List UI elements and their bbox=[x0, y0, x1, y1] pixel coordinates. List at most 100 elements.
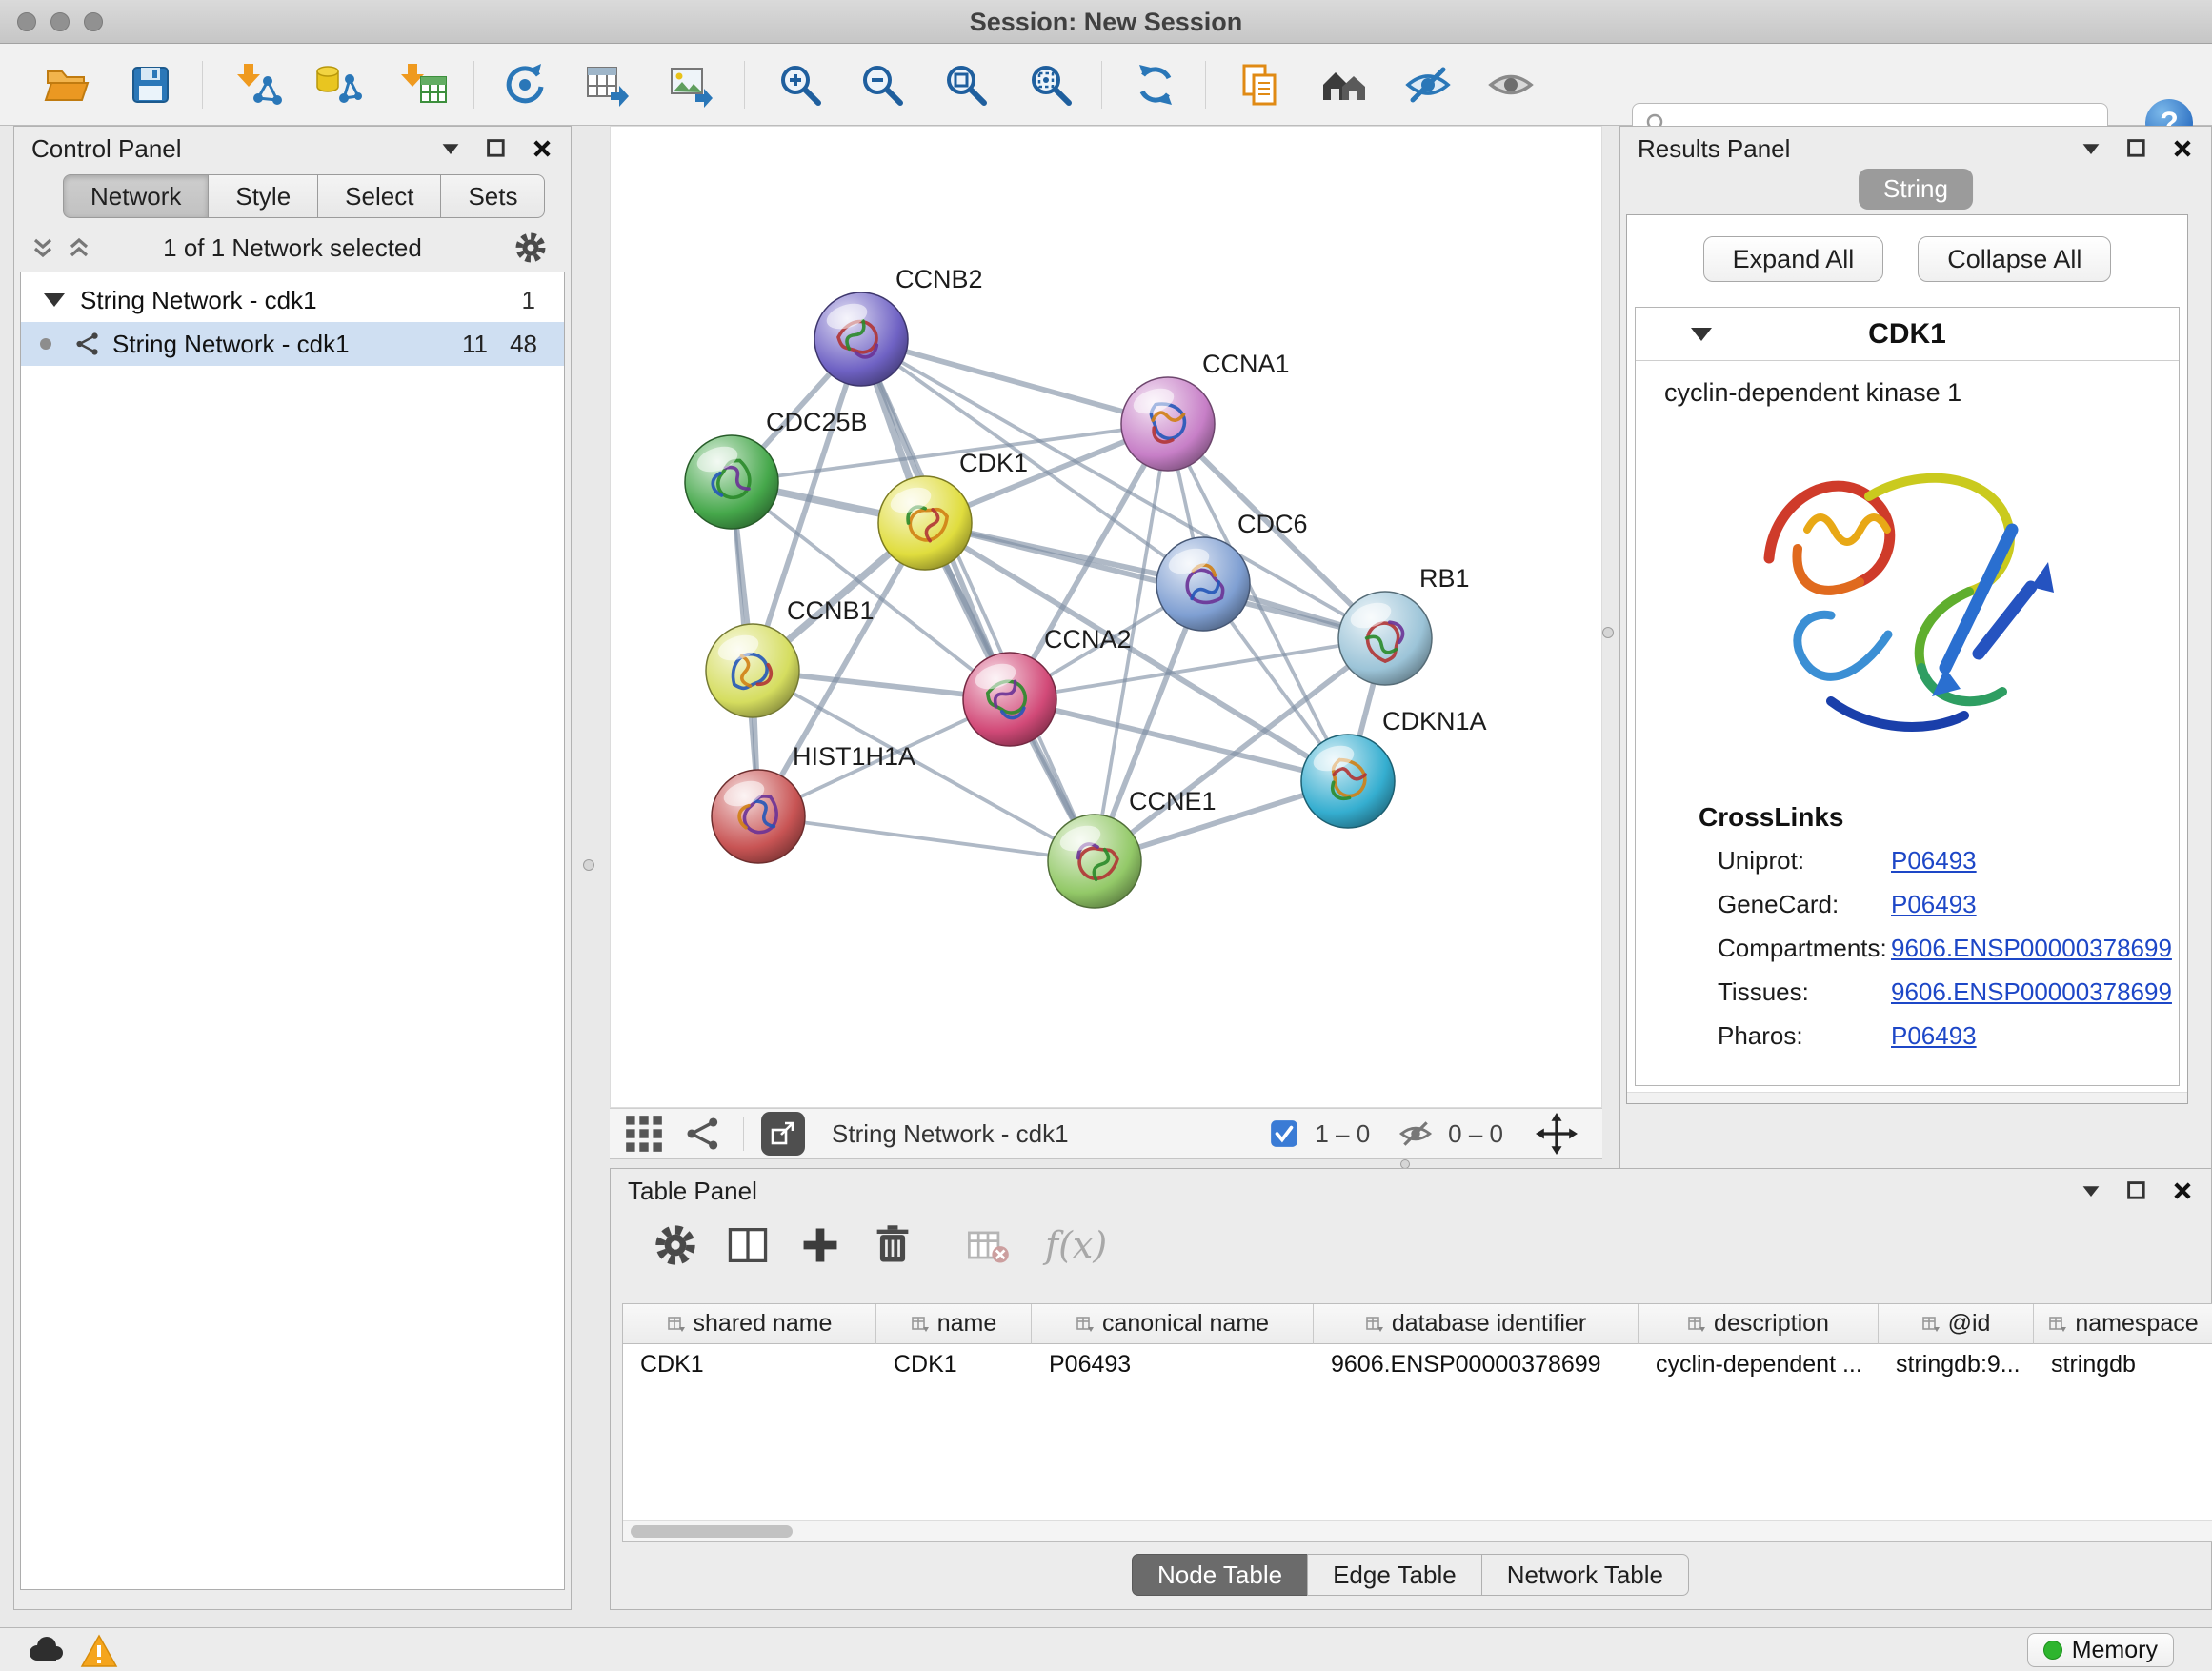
panel-close-icon[interactable] bbox=[2171, 137, 2194, 160]
tab-string[interactable]: String bbox=[1859, 169, 1973, 210]
network-node-CCNE1[interactable] bbox=[1048, 815, 1141, 908]
network-canvas[interactable]: CCNB2CCNA1CDC25BCDK1CDC6RB1CCNB1CCNA2CDK… bbox=[610, 126, 1602, 1108]
tab-style[interactable]: Style bbox=[208, 174, 318, 218]
minimize-button[interactable] bbox=[50, 12, 70, 31]
crosslink-value[interactable]: 9606.ENSP00000378699 bbox=[1891, 934, 2172, 963]
documentation-button[interactable] bbox=[1235, 60, 1284, 110]
table-settings-gear-icon[interactable] bbox=[653, 1222, 698, 1268]
column-sort-icon bbox=[1687, 1315, 1706, 1334]
zoom-selected-button[interactable] bbox=[1026, 60, 1076, 110]
node-table: shared name name canonical namedatabase id… bbox=[622, 1303, 2212, 1542]
network-node-CCNA2[interactable] bbox=[963, 653, 1056, 746]
export-network-button[interactable] bbox=[761, 1112, 805, 1156]
scrollbar-thumb[interactable] bbox=[631, 1525, 793, 1538]
crosslink-value[interactable]: 9606.ENSP00000378699 bbox=[1891, 977, 2172, 1007]
column-header-database-identifier[interactable]: database identifier bbox=[1314, 1304, 1639, 1344]
network-node-CDC25B[interactable] bbox=[685, 435, 778, 529]
zoom-fit-button[interactable] bbox=[941, 60, 991, 110]
table-row[interactable]: CDK1CDK1P064939606.ENSP00000378699cyclin… bbox=[623, 1344, 2212, 1384]
show-details-button[interactable] bbox=[1486, 60, 1536, 110]
delete-row-trash-icon[interactable] bbox=[870, 1222, 915, 1268]
crosslink-value[interactable]: P06493 bbox=[1891, 1021, 1977, 1051]
column-header--id[interactable]: @id bbox=[1879, 1304, 2034, 1344]
tab-network[interactable]: Network bbox=[63, 174, 209, 218]
table-cell[interactable]: stringdb bbox=[2034, 1344, 2212, 1384]
hidden-eye-icon[interactable] bbox=[1398, 1117, 1433, 1151]
panel-maximize-icon[interactable] bbox=[2125, 137, 2148, 160]
network-collection-row[interactable]: String Network - cdk1 1 bbox=[21, 278, 564, 322]
zoom-out-button[interactable] bbox=[857, 60, 907, 110]
network-node-RB1[interactable] bbox=[1338, 592, 1432, 685]
panel-maximize-icon[interactable] bbox=[2125, 1179, 2148, 1202]
table-cell[interactable]: cyclin-dependent ... bbox=[1639, 1344, 1879, 1384]
column-header-canonical-name[interactable]: canonical name bbox=[1032, 1304, 1314, 1344]
expand-all-button[interactable]: Expand All bbox=[1703, 236, 1884, 282]
splitter-handle[interactable] bbox=[1602, 627, 1614, 638]
tab-node-table[interactable]: Node Table bbox=[1132, 1554, 1308, 1596]
table-cell[interactable]: CDK1 bbox=[876, 1344, 1032, 1384]
column-header-description[interactable]: description bbox=[1639, 1304, 1879, 1344]
gene-disclosure-icon[interactable] bbox=[1691, 328, 1712, 341]
save-session-button[interactable] bbox=[126, 60, 175, 110]
table-cell[interactable]: CDK1 bbox=[623, 1344, 876, 1384]
splitter-handle[interactable] bbox=[583, 859, 594, 871]
panel-float-icon[interactable] bbox=[439, 137, 462, 160]
grid-view-icon[interactable] bbox=[625, 1115, 663, 1153]
column-header-label: name bbox=[937, 1310, 997, 1338]
table-horizontal-scrollbar[interactable] bbox=[623, 1520, 2212, 1541]
home-button[interactable] bbox=[1319, 60, 1369, 110]
collection-disclosure-icon[interactable] bbox=[44, 293, 65, 307]
warning-icon[interactable] bbox=[80, 1632, 118, 1668]
traffic-lights bbox=[17, 12, 103, 31]
network-node-CDKN1A[interactable] bbox=[1301, 735, 1395, 828]
open-session-button[interactable] bbox=[42, 60, 91, 110]
import-table-file-button[interactable] bbox=[400, 60, 450, 110]
gene-section-header[interactable]: CDK1 bbox=[1636, 308, 2179, 361]
collapse-all-button[interactable]: Collapse All bbox=[1918, 236, 2111, 282]
network-node-CCNB2[interactable] bbox=[814, 292, 908, 386]
network-row[interactable]: String Network - cdk1 11 48 bbox=[21, 322, 564, 366]
close-button[interactable] bbox=[17, 12, 36, 31]
memory-button[interactable]: Memory bbox=[2027, 1633, 2174, 1667]
hide-annotations-button[interactable] bbox=[1403, 60, 1453, 110]
zoom-button[interactable] bbox=[84, 12, 103, 31]
crosslink-value[interactable]: P06493 bbox=[1891, 890, 1977, 919]
import-network-file-button[interactable] bbox=[233, 60, 283, 110]
tab-sets[interactable]: Sets bbox=[440, 174, 545, 218]
panel-maximize-icon[interactable] bbox=[485, 137, 508, 160]
panel-float-icon[interactable] bbox=[2080, 1179, 2102, 1202]
new-network-button[interactable] bbox=[500, 60, 550, 110]
panel-float-icon[interactable] bbox=[2080, 137, 2102, 160]
column-header-name[interactable]: name bbox=[876, 1304, 1032, 1344]
table-cell[interactable]: 9606.ENSP00000378699 bbox=[1314, 1344, 1639, 1384]
table-cell[interactable]: stringdb:9... bbox=[1879, 1344, 2034, 1384]
crosslink-label: Tissues: bbox=[1718, 977, 1891, 1007]
fit-selected-crosshair-icon[interactable] bbox=[1536, 1113, 1578, 1155]
tab-edge-table[interactable]: Edge Table bbox=[1307, 1554, 1482, 1596]
apply-layout-button[interactable] bbox=[1131, 60, 1180, 110]
show-columns-icon[interactable] bbox=[725, 1222, 771, 1268]
tab-network-table[interactable]: Network Table bbox=[1481, 1554, 1689, 1596]
column-header-namespace[interactable]: namespace bbox=[2034, 1304, 2212, 1344]
network-node-CDC6[interactable] bbox=[1156, 537, 1250, 631]
network-node-CCNA1[interactable] bbox=[1121, 377, 1215, 471]
panel-close-icon[interactable] bbox=[2171, 1179, 2194, 1202]
export-table-button[interactable] bbox=[582, 60, 632, 110]
table-cell[interactable]: P06493 bbox=[1032, 1344, 1314, 1384]
import-network-database-button[interactable] bbox=[313, 60, 363, 110]
panel-close-icon[interactable] bbox=[531, 137, 553, 160]
birdseye-view-icon[interactable] bbox=[684, 1115, 722, 1153]
export-image-button[interactable] bbox=[667, 60, 716, 110]
network-options-gear-icon[interactable] bbox=[513, 231, 548, 265]
zoom-in-button[interactable] bbox=[775, 60, 825, 110]
add-column-icon[interactable] bbox=[797, 1222, 843, 1268]
results-scrollbar[interactable] bbox=[1627, 1092, 2187, 1103]
network-node-HIST1H1A[interactable] bbox=[712, 770, 805, 863]
selected-checkbox-icon[interactable] bbox=[1269, 1118, 1299, 1149]
tab-select[interactable]: Select bbox=[317, 174, 441, 218]
crosslink-value[interactable]: P06493 bbox=[1891, 846, 1977, 876]
network-node-CCNB1[interactable] bbox=[706, 624, 799, 717]
network-node-CDK1[interactable] bbox=[878, 476, 972, 570]
column-header-shared-name[interactable]: shared name bbox=[623, 1304, 876, 1344]
cloud-icon[interactable] bbox=[25, 1632, 67, 1668]
